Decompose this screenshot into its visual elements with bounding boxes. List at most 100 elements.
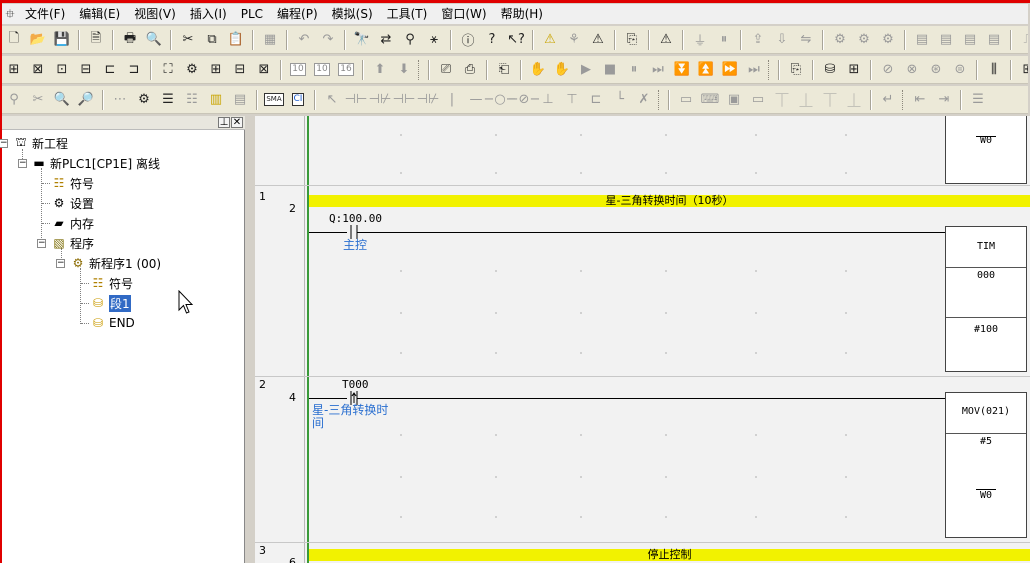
menu-plc[interactable]: PLC <box>234 4 270 24</box>
online-edit-cancel-icon[interactable]: ▤ <box>959 29 981 51</box>
menu-tools[interactable]: 工具(T) <box>380 4 435 24</box>
tree-item-plc[interactable]: ▬ 新PLC1[CP1E] 离线 <box>31 154 160 172</box>
mnemonic-icon[interactable]: ▭ <box>675 89 697 111</box>
keyboard-icon[interactable]: ⌨ <box>699 89 721 111</box>
contact-up-icon[interactable]: ⏉ <box>771 89 793 111</box>
io-comment-icon[interactable]: ⊠ <box>253 59 275 81</box>
open-folder-icon[interactable]: 📂 <box>27 29 49 51</box>
bp-set-icon[interactable]: ⊘ <box>877 59 899 81</box>
indent-icon[interactable]: ⇤ <box>909 89 931 111</box>
toolbar-grip[interactable] <box>768 59 771 80</box>
address-reference-icon[interactable]: ⚹ <box>423 29 445 51</box>
sim-stop-icon[interactable]: ■ <box>599 59 621 81</box>
online-edit-icon[interactable]: ▤ <box>911 29 933 51</box>
output-window-icon[interactable]: ⊠ <box>27 59 49 81</box>
close-icon[interactable]: ✕ <box>231 117 243 128</box>
help-icon[interactable]: ? <box>481 29 503 51</box>
pulse-down-icon[interactable]: ⊤ <box>561 89 583 111</box>
toolbar-grip[interactable] <box>902 89 905 110</box>
sim-scan-run-icon[interactable]: ⏭ <box>743 59 765 81</box>
new-contact-or-nc-icon[interactable]: ⊣⊬ <box>417 89 440 111</box>
info-icon[interactable]: ⓘ <box>457 29 479 51</box>
menu-window[interactable]: 窗口(W) <box>434 4 493 24</box>
new-file-icon[interactable]: 🗋 <box>3 29 25 51</box>
zoom-in-diagram-icon[interactable]: 🔍 <box>51 89 73 111</box>
rung-comment-icon[interactable]: ☰ <box>157 89 179 111</box>
sim-breakpoint-icon[interactable]: ⎘ <box>785 59 807 81</box>
symbol-table-icon[interactable]: ⚙ <box>181 59 203 81</box>
wire-connect-icon[interactable]: └ <box>609 89 631 111</box>
force-off-icon[interactable]: ⚙ <box>853 29 875 51</box>
redo-icon[interactable]: ↷ <box>317 29 339 51</box>
cross-reference-icon[interactable]: ⚲ <box>399 29 421 51</box>
warning-icon[interactable]: ⚠ <box>539 29 561 51</box>
sim-table-icon[interactable]: ⊞ <box>843 59 865 81</box>
online-work-icon[interactable]: ⎚ <box>435 59 457 81</box>
sim-online-icon[interactable]: ✋ <box>527 59 549 81</box>
compare-icon[interactable]: ⇋ <box>795 29 817 51</box>
sim-monitor-icon[interactable]: ✋ <box>551 59 573 81</box>
cut-icon[interactable]: ✂ <box>177 29 199 51</box>
online-edit-end-icon[interactable]: ▤ <box>983 29 1005 51</box>
sim-pause-icon[interactable]: ⏸ <box>623 59 645 81</box>
vertical-line-icon[interactable]: | <box>441 89 463 111</box>
online-icon[interactable]: ⚘ <box>563 29 585 51</box>
coil-up-icon[interactable]: ⏉ <box>819 89 841 111</box>
watch-window-icon[interactable]: ⊡ <box>51 59 73 81</box>
menu-help[interactable]: 帮助(H) <box>494 4 550 24</box>
toolbar-grip[interactable] <box>658 89 661 110</box>
goto-icon[interactable]: ↵ <box>877 89 899 111</box>
project-workspace-icon[interactable]: ⊞ <box>3 59 25 81</box>
tree-item-project[interactable]: ⛫ 新工程 <box>13 134 68 152</box>
ladder-diagram[interactable]: W0 1 2 星-三角转换时间（10秒） Q:100.00 主控 TIM 000… <box>255 116 1030 563</box>
show-16-icon[interactable]: 16 <box>335 59 357 81</box>
tree-item-programs[interactable]: ▧ 程序 <box>51 234 94 252</box>
undo-icon[interactable]: ↶ <box>293 29 315 51</box>
wire-delete-icon[interactable]: ✗ <box>633 89 655 111</box>
force-cancel-icon[interactable]: ⚙ <box>877 29 899 51</box>
tree-collapse-plc[interactable]: − <box>18 159 27 168</box>
toolbar-grip[interactable] <box>418 59 421 80</box>
tree-item-end[interactable]: ⛁ END <box>90 314 135 332</box>
show-comments-icon[interactable]: ⚙ <box>133 89 155 111</box>
copy-icon[interactable]: ⧉ <box>201 29 223 51</box>
menu-simulate[interactable]: 模拟(S) <box>325 4 380 24</box>
address-window-icon[interactable]: ⊟ <box>75 59 97 81</box>
monitor-mode-icon[interactable]: ▭ <box>747 89 769 111</box>
coil-down-icon[interactable]: ⏊ <box>843 89 865 111</box>
grid-icon[interactable]: ⋯ <box>109 89 131 111</box>
menu-file[interactable]: 文件(F) <box>18 4 72 24</box>
menu-insert[interactable]: 插入(I) <box>183 4 234 24</box>
rung2-instruction-box[interactable]: MOV(021) #5 W0 <box>945 392 1027 538</box>
rung-comment-list-icon[interactable]: ☷ <box>181 89 203 111</box>
force-on-icon[interactable]: ⚙ <box>829 29 851 51</box>
compile-icon[interactable]: ⎘ <box>621 29 643 51</box>
sim-io-icon[interactable]: ⛁ <box>819 59 841 81</box>
memory-view-icon[interactable]: ⊟ <box>229 59 251 81</box>
tree-item-memory[interactable]: ▰ 内存 <box>51 214 94 232</box>
find-icon[interactable]: 🔭 <box>351 29 373 51</box>
select-mode-icon[interactable]: ↖ <box>321 89 343 111</box>
tree-collapse-programs[interactable]: − <box>37 239 46 248</box>
run-mode-icon[interactable]: ⏚ <box>689 29 711 51</box>
rung0-instruction-box[interactable]: W0 <box>945 116 1027 184</box>
sim-transfer-icon[interactable]: ⎗ <box>493 59 515 81</box>
ci-icon[interactable]: CI <box>287 89 309 111</box>
show-10-icon[interactable]: 10 <box>287 59 309 81</box>
zoom-out-diagram-icon[interactable]: 🔎 <box>75 89 97 111</box>
bp-clear-icon[interactable]: ⊗ <box>901 59 923 81</box>
zoom-fit-icon[interactable]: ⚲ <box>3 89 25 111</box>
contact-down-icon[interactable]: ⏊ <box>795 89 817 111</box>
rung1-comment[interactable]: 星-三角转换时间（10秒） <box>309 195 1030 207</box>
menu-program[interactable]: 编程(P) <box>270 4 325 24</box>
replace-icon[interactable]: ⇄ <box>375 29 397 51</box>
online-edit-send-icon[interactable]: ▤ <box>935 29 957 51</box>
properties-window-icon[interactable]: ⊐ <box>123 59 145 81</box>
transfer-to-plc-icon[interactable]: ⇪ <box>747 29 769 51</box>
menu-edit[interactable]: 编辑(E) <box>72 4 127 24</box>
sim-step-run-icon[interactable]: ⏭ <box>647 59 669 81</box>
app-icon[interactable]: ⯐ <box>2 6 18 22</box>
tree-item-program-symbols[interactable]: ☷ 符号 <box>90 274 133 292</box>
delete-icon[interactable]: ▦ <box>259 29 281 51</box>
bp-clear-all-icon[interactable]: ⊛ <box>925 59 947 81</box>
